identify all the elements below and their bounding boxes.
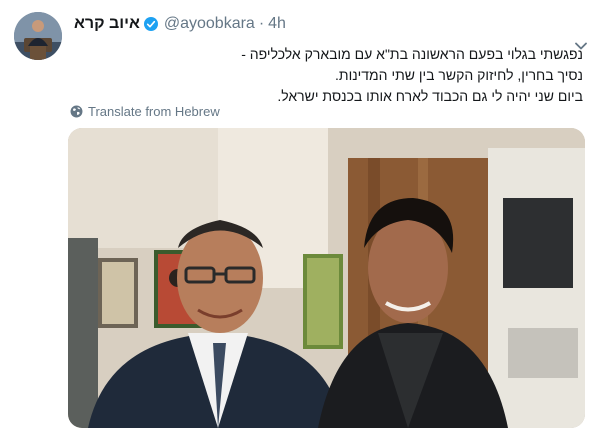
tweet: איוב קרא @ayoobkara · 4h נפגשתי בגלוי בפ… [0,0,603,428]
timestamp[interactable]: 4h [268,15,286,33]
separator-dot: · [258,15,265,32]
avatar[interactable] [14,12,62,60]
photo-two-men [68,128,585,428]
tweet-header: איוב קרא @ayoobkara · 4h [74,12,286,36]
verified-badge-icon [143,16,159,32]
tweet-photo[interactable] [68,128,585,428]
translate-link[interactable]: Translate from Hebrew [70,102,220,120]
handle[interactable]: @ayoobkara [164,15,255,33]
tweet-text-line: נסיך בחרין, לחיזוק הקשר בין שתי המדינות. [335,67,583,83]
translate-label: Translate from Hebrew [88,103,220,119]
tweet-text: נפגשתי בגלוי בפעם הראשונה בת"א עם מובארק… [74,44,583,107]
globe-icon [70,105,83,117]
display-name[interactable]: איוב קרא [74,15,140,33]
tweet-text-line: נפגשתי בגלוי בפעם הראשונה בת"א עם מובארק… [241,46,583,62]
avatar-image [14,12,62,60]
